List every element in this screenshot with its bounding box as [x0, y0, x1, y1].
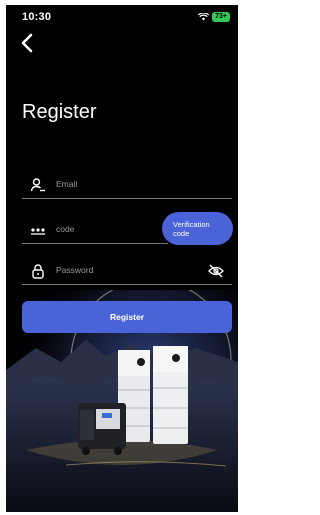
- battery-indicator: 73+: [212, 12, 230, 22]
- dots-icon: [31, 228, 45, 235]
- code-field[interactable]: code: [22, 218, 168, 244]
- verify-label-line1: Verification: [173, 220, 210, 229]
- back-icon[interactable]: [18, 32, 36, 54]
- password-placeholder: Password: [56, 265, 94, 275]
- email-field[interactable]: Email: [22, 173, 232, 199]
- page-title: Register: [22, 101, 97, 123]
- app-screen: 10:30 73+ Register Email code Verificati…: [6, 5, 238, 512]
- status-bar: 10:30 73+: [6, 5, 238, 27]
- register-button[interactable]: Register: [22, 301, 232, 333]
- verify-label-line2: code: [173, 229, 190, 238]
- wifi-icon: [198, 13, 210, 21]
- battery-cabinet-right: [153, 346, 188, 444]
- status-icons: 73+: [198, 12, 230, 22]
- password-field[interactable]: Password: [22, 259, 232, 285]
- email-placeholder: Email: [56, 179, 78, 189]
- eye-off-icon[interactable]: [208, 264, 224, 278]
- verification-code-button[interactable]: Verification code: [162, 212, 233, 245]
- lock-icon: [32, 264, 44, 279]
- code-placeholder: code: [56, 224, 75, 234]
- user-icon: [30, 178, 45, 192]
- status-time: 10:30: [22, 11, 52, 23]
- portable-power-station: [78, 403, 126, 455]
